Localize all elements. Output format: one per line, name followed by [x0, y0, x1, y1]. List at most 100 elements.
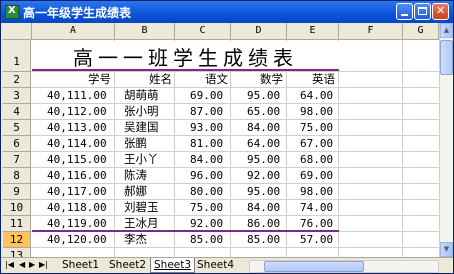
- tab-sheet2[interactable]: Sheet2: [106, 258, 149, 273]
- first-sheet-icon[interactable]: |◀: [5, 260, 14, 269]
- cell-chinese[interactable]: 75.00: [190, 200, 223, 215]
- cell-name[interactable]: 胡萌萌: [124, 88, 159, 103]
- cell-chinese[interactable]: 92.00: [190, 216, 223, 231]
- row-header-11[interactable]: 11: [3, 216, 31, 232]
- horizontal-scrollbar[interactable]: [249, 260, 439, 273]
- cell-math[interactable]: 92.00: [247, 168, 280, 183]
- cell-name[interactable]: 王小丫: [124, 152, 159, 167]
- cell-id[interactable]: 40,115.00: [47, 152, 107, 167]
- row-header-8[interactable]: 8: [3, 168, 31, 184]
- cell-name[interactable]: 张鹏: [124, 136, 147, 151]
- cell-math[interactable]: 86.00: [247, 216, 280, 231]
- row-header-3[interactable]: 3: [3, 88, 31, 104]
- cell-english[interactable]: 69.00: [300, 168, 333, 183]
- cell-math[interactable]: 95.00: [247, 88, 280, 103]
- sheet-title[interactable]: 高一一班学生成绩表: [32, 41, 339, 71]
- column-header-f[interactable]: F: [339, 23, 403, 40]
- cell-chinese[interactable]: 93.00: [190, 120, 223, 135]
- horizontal-scroll-thumb[interactable]: [264, 261, 364, 272]
- row-header-10[interactable]: 10: [3, 200, 31, 216]
- cell-math[interactable]: 64.00: [247, 136, 280, 151]
- cell-english[interactable]: 74.00: [300, 200, 333, 215]
- scroll-down-icon[interactable]: ▼: [440, 242, 453, 257]
- cell-chinese[interactable]: 84.00: [190, 152, 223, 167]
- cell-name[interactable]: 李杰: [124, 232, 147, 247]
- sheet-grid[interactable]: A B C D E F G 高一一班学生成绩表 1 2 3 4 5 6 7 8 …: [3, 23, 439, 257]
- cell-chinese[interactable]: 81.00: [190, 136, 223, 151]
- cell-chinese[interactable]: 85.00: [190, 232, 223, 247]
- cell-english[interactable]: 68.00: [300, 152, 333, 167]
- row-header-4[interactable]: 4: [3, 104, 31, 120]
- cell-english[interactable]: 76.00: [300, 216, 333, 231]
- maximize-button[interactable]: [414, 3, 431, 20]
- cell-chinese[interactable]: 96.00: [190, 168, 223, 183]
- cell-english[interactable]: 75.00: [300, 120, 333, 135]
- header-name[interactable]: 姓名: [149, 72, 172, 87]
- prev-sheet-icon[interactable]: ◀: [19, 260, 25, 269]
- column-header-c[interactable]: C: [175, 23, 231, 40]
- row-header-2[interactable]: 2: [3, 72, 31, 88]
- minimize-button[interactable]: [396, 3, 413, 20]
- cell-english[interactable]: 98.00: [300, 104, 333, 119]
- row-header-1[interactable]: 1: [3, 40, 31, 72]
- cell-id[interactable]: 40,112.00: [47, 104, 107, 119]
- cell-english[interactable]: 57.00: [300, 232, 333, 247]
- vertical-scroll-thumb[interactable]: [440, 40, 453, 75]
- sheet-tab-bar: |◀ ◀ ▶ ▶| Sheet1 Sheet2 Sheet3 Sheet4: [1, 257, 453, 273]
- row-header-7[interactable]: 7: [3, 152, 31, 168]
- cell-name[interactable]: 吴建国: [124, 120, 159, 135]
- cell-chinese[interactable]: 87.00: [190, 104, 223, 119]
- last-sheet-icon[interactable]: ▶|: [39, 260, 48, 269]
- vertical-scrollbar[interactable]: ▲ ▼: [439, 23, 453, 257]
- cell-math[interactable]: 84.00: [247, 200, 280, 215]
- window-title: 高一年级学生成绩表: [23, 6, 132, 20]
- header-chinese[interactable]: 语文: [205, 72, 228, 87]
- cell-english[interactable]: 64.00: [300, 88, 333, 103]
- cell-id[interactable]: 40,116.00: [47, 168, 107, 183]
- header-english[interactable]: 英语: [312, 72, 335, 87]
- cell-id[interactable]: 40,117.00: [47, 184, 107, 199]
- cell-math[interactable]: 95.00: [247, 152, 280, 167]
- cell-name[interactable]: 张小明: [124, 104, 159, 119]
- excel-icon: [5, 5, 19, 19]
- cell-name[interactable]: 王冰月: [124, 216, 159, 231]
- spreadsheet-window: 高一年级学生成绩表 A B C D E F G 高一一班学生成绩表: [0, 0, 454, 274]
- cell-name[interactable]: 刘碧玉: [124, 200, 159, 215]
- tab-sheet3[interactable]: Sheet3: [150, 258, 196, 273]
- cell-id[interactable]: 40,111.00: [47, 88, 107, 103]
- tab-sheet4[interactable]: Sheet4: [194, 258, 237, 273]
- cell-math[interactable]: 65.00: [247, 104, 280, 119]
- column-header-b[interactable]: B: [115, 23, 175, 40]
- cell-name[interactable]: 陈涛: [124, 168, 147, 183]
- row-header-9[interactable]: 9: [3, 184, 31, 200]
- cell-chinese[interactable]: 69.00: [190, 88, 223, 103]
- tab-sheet1[interactable]: Sheet1: [59, 258, 102, 273]
- next-sheet-icon[interactable]: ▶: [29, 260, 35, 269]
- column-header-e[interactable]: E: [287, 23, 339, 40]
- cell-name[interactable]: 郝娜: [124, 184, 147, 199]
- row-header-6[interactable]: 6: [3, 136, 31, 152]
- row-header-13[interactable]: 13: [3, 248, 31, 257]
- cell-english[interactable]: 67.00: [300, 136, 333, 151]
- column-header-a[interactable]: A: [32, 23, 115, 40]
- column-header-g[interactable]: G: [403, 23, 439, 40]
- cell-id[interactable]: 40,119.00: [47, 216, 107, 231]
- cell-math[interactable]: 84.00: [247, 120, 280, 135]
- cell-id[interactable]: 40,120.00: [47, 232, 107, 247]
- title-bar: 高一年级学生成绩表: [1, 1, 453, 23]
- close-button[interactable]: [432, 3, 449, 20]
- row-header-12[interactable]: 12: [3, 232, 31, 248]
- cell-id[interactable]: 40,114.00: [47, 136, 107, 151]
- select-all-corner[interactable]: [3, 23, 32, 40]
- cell-id[interactable]: 40,113.00: [47, 120, 107, 135]
- cell-chinese[interactable]: 80.00: [190, 184, 223, 199]
- cell-id[interactable]: 40,118.00: [47, 200, 107, 215]
- row-header-5[interactable]: 5: [3, 120, 31, 136]
- scroll-up-icon[interactable]: ▲: [440, 23, 453, 38]
- column-header-d[interactable]: D: [231, 23, 287, 40]
- header-math[interactable]: 数学: [260, 72, 283, 87]
- cell-math[interactable]: 85.00: [247, 232, 280, 247]
- cell-math[interactable]: 95.00: [247, 184, 280, 199]
- header-id[interactable]: 学号: [88, 72, 111, 87]
- cell-english[interactable]: 98.00: [300, 184, 333, 199]
